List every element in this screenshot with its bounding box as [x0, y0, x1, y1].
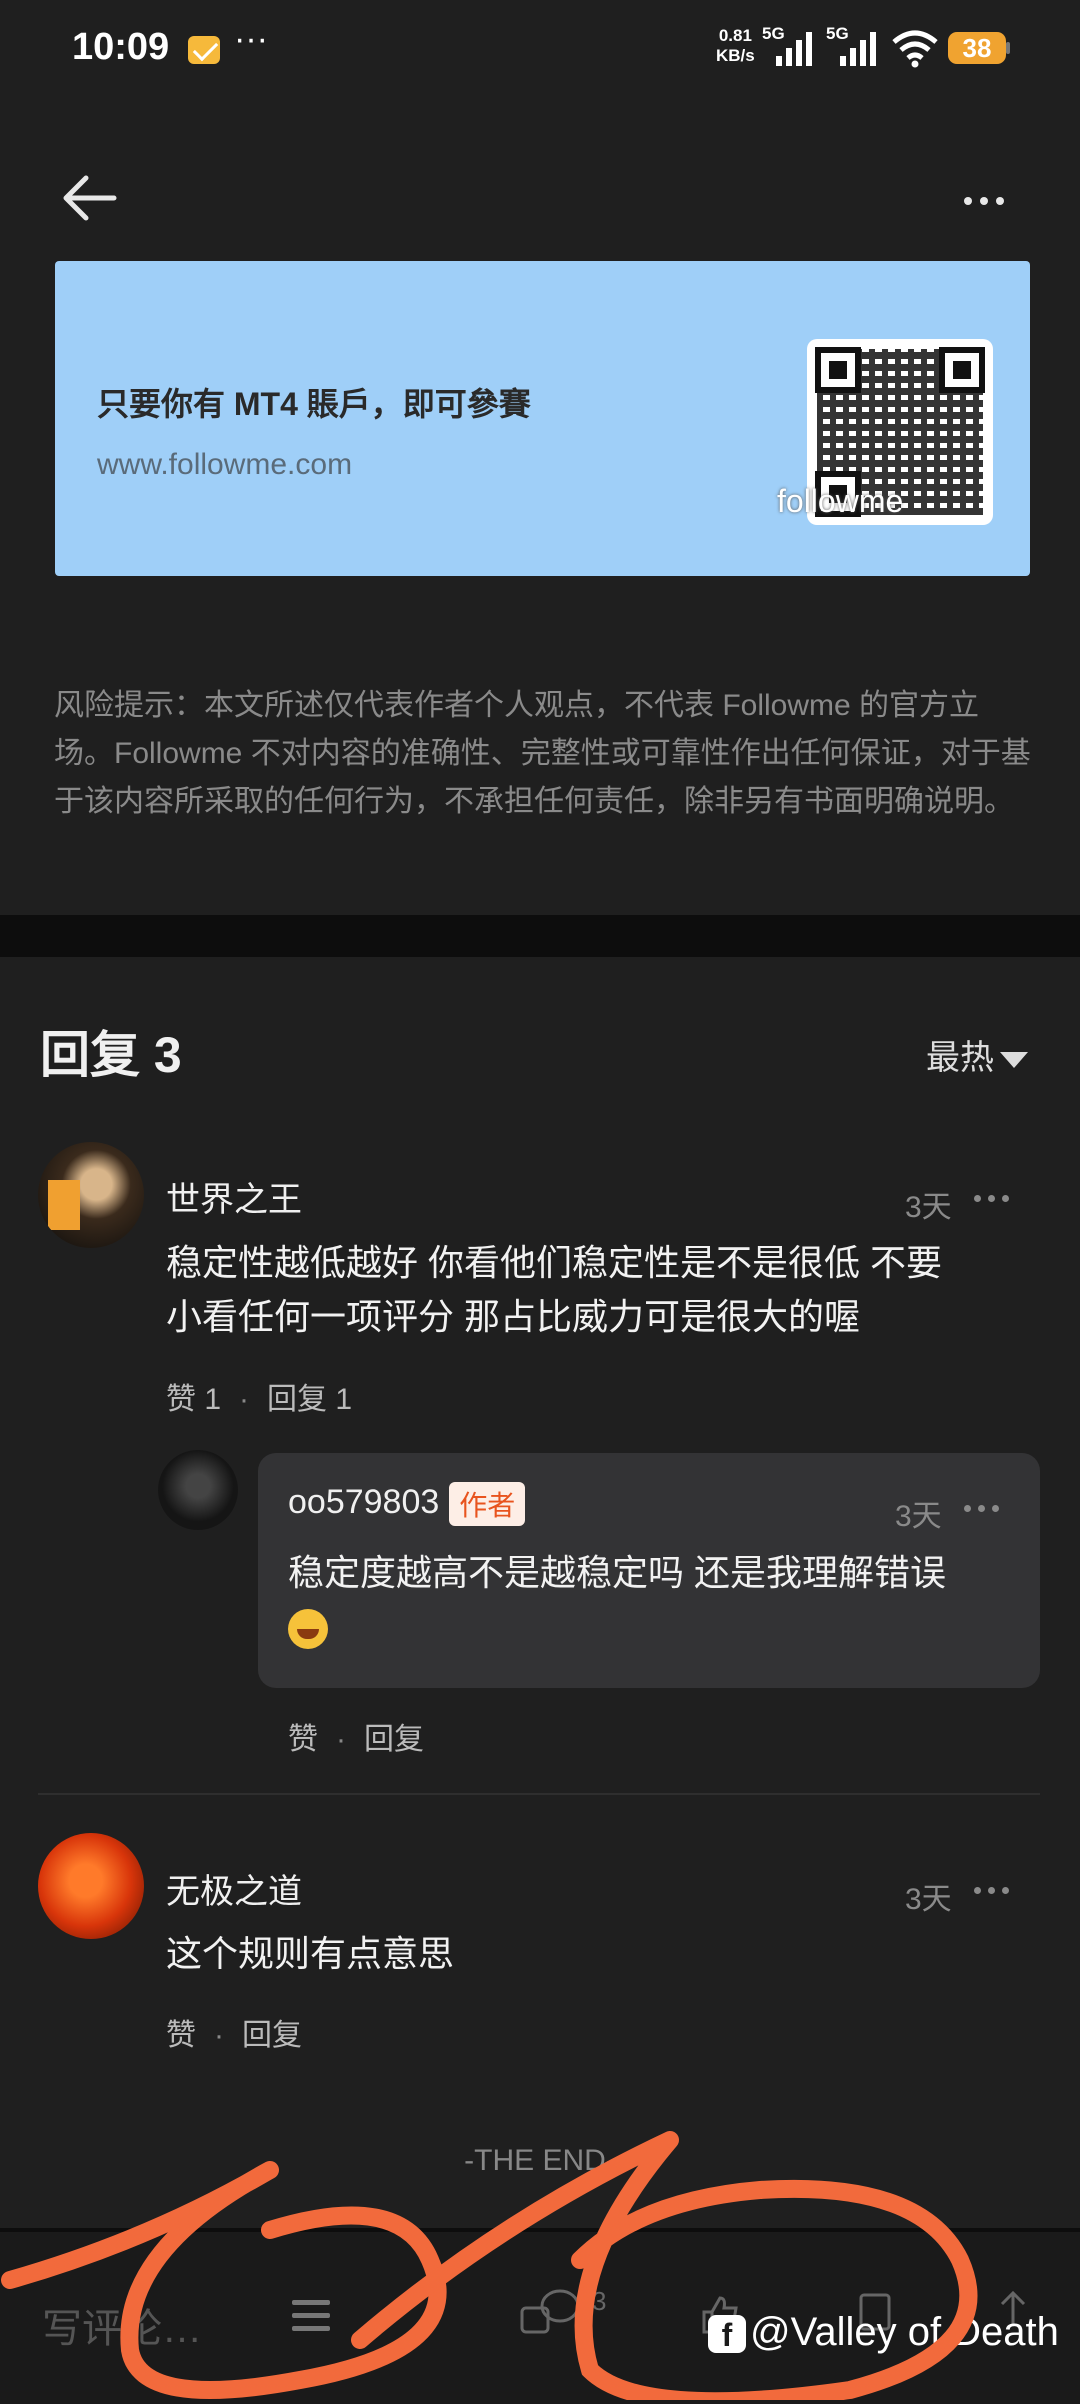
- comment-text-line: 小看任何一项评分 那占比威力可是很大的喔: [166, 1296, 861, 1337]
- back-arrow-icon[interactable]: [60, 170, 120, 226]
- section-divider: [0, 915, 1080, 957]
- comment-text-line: 稳定性越低越好 你看他们稳定性是不是很低 不要: [166, 1242, 943, 1283]
- reply-username[interactable]: oo579803 作者: [288, 1482, 526, 1526]
- banner-watermark: followme: [777, 483, 904, 519]
- reply-time: 3天: [895, 1500, 942, 1533]
- network-speed-unit: KB/s: [716, 46, 755, 65]
- facebook-icon: f: [708, 2315, 746, 2354]
- thread-divider: [38, 1793, 1040, 1795]
- wifi-icon: [892, 30, 938, 68]
- status-dots: ···: [234, 20, 268, 58]
- comment-actions: 赞 · 回复: [166, 2019, 302, 2052]
- reply-username-text: oo579803: [288, 1482, 440, 1521]
- network-speed-value: 0.81: [718, 26, 752, 45]
- status-time: 10:09: [72, 26, 170, 68]
- chevron-down-icon: [1000, 1052, 1028, 1069]
- comment-icon[interactable]: [520, 2286, 580, 2336]
- battery-cap: [1006, 42, 1010, 54]
- watermark-text: @Valley of Death: [750, 2310, 1059, 2354]
- sort-label: 最热: [926, 1039, 994, 1077]
- avatar[interactable]: [38, 1833, 144, 1939]
- network-speed: 0.81 KB/s: [716, 26, 755, 66]
- comment-time: 3天: [905, 1883, 952, 1916]
- sort-dropdown[interactable]: 最热: [926, 1030, 1028, 1079]
- reply-button[interactable]: 回复: [242, 2019, 302, 2052]
- contest-banner[interactable]: 只要你有 MT4 賬戶，即可參賽 www.followme.com follow…: [55, 261, 1030, 576]
- like-button[interactable]: 赞: [288, 1723, 318, 1756]
- avatar[interactable]: [158, 1450, 238, 1530]
- menu-icon[interactable]: [292, 2300, 330, 2332]
- comment-text: 这个规则有点意思: [166, 1933, 455, 1974]
- top-nav: [0, 100, 1080, 260]
- comment-time: 3天: [905, 1191, 952, 1224]
- reply-text-line: 稳定度越高不是越稳定吗 还是我理解错误: [288, 1552, 947, 1593]
- avatar[interactable]: [38, 1142, 144, 1248]
- end-marker: -THE END-: [464, 2144, 616, 2177]
- banner-text: 只要你有 MT4 賬戶，即可參賽: [97, 386, 531, 422]
- laughing-emoji-icon: [288, 1609, 328, 1650]
- battery-level: 38: [948, 32, 1006, 64]
- like-button[interactable]: 赞 1: [166, 1383, 221, 1416]
- status-bar: 10:09 ··· 0.81 KB/s 5G 5G 38: [0, 0, 1080, 100]
- reply-text: 稳定度越高不是越稳定吗 还是我理解错误: [288, 1546, 1028, 1654]
- comment-more-icon[interactable]: [972, 1194, 1012, 1204]
- comment-text: 稳定性越低越好 你看他们稳定性是不是很低 不要 小看任何一项评分 那占比威力可是…: [166, 1236, 942, 1344]
- banner-url: www.followme.com: [97, 448, 353, 481]
- qr-finder: [815, 347, 861, 393]
- like-button[interactable]: 赞: [166, 2019, 196, 2052]
- comment-actions: 赞 1 · 回复 1: [166, 1383, 353, 1416]
- more-icon[interactable]: [960, 190, 1010, 210]
- comment-more-icon[interactable]: [972, 1886, 1012, 1896]
- author-badge: 作者: [449, 1482, 526, 1526]
- reply-button[interactable]: 回复: [364, 1723, 424, 1756]
- watermark: f @Valley of Death: [708, 2310, 1059, 2355]
- comment-count: 3: [592, 2286, 607, 2316]
- bottom-bar: 写评论… 3 f @Valley of Death: [0, 2228, 1080, 2404]
- signal-icon-1: [776, 30, 818, 66]
- comment-input[interactable]: 写评论…: [42, 2296, 202, 2354]
- signal-icon-2: [840, 30, 882, 66]
- comment-username[interactable]: 无极之道: [166, 1864, 302, 1913]
- reply-more-icon[interactable]: [962, 1504, 1002, 1514]
- reply-actions: 赞 · 回复: [288, 1723, 424, 1756]
- risk-notice: 风险提示：本文所述仅代表作者个人观点，不代表 Followme 的官方立场。Fo…: [54, 689, 1031, 818]
- mail-icon: [188, 36, 220, 64]
- replies-header: 回复 3: [40, 1027, 182, 1083]
- qr-finder: [939, 347, 985, 393]
- comment-username[interactable]: 世界之王: [166, 1172, 302, 1221]
- reply-button[interactable]: 回复 1: [267, 1383, 352, 1416]
